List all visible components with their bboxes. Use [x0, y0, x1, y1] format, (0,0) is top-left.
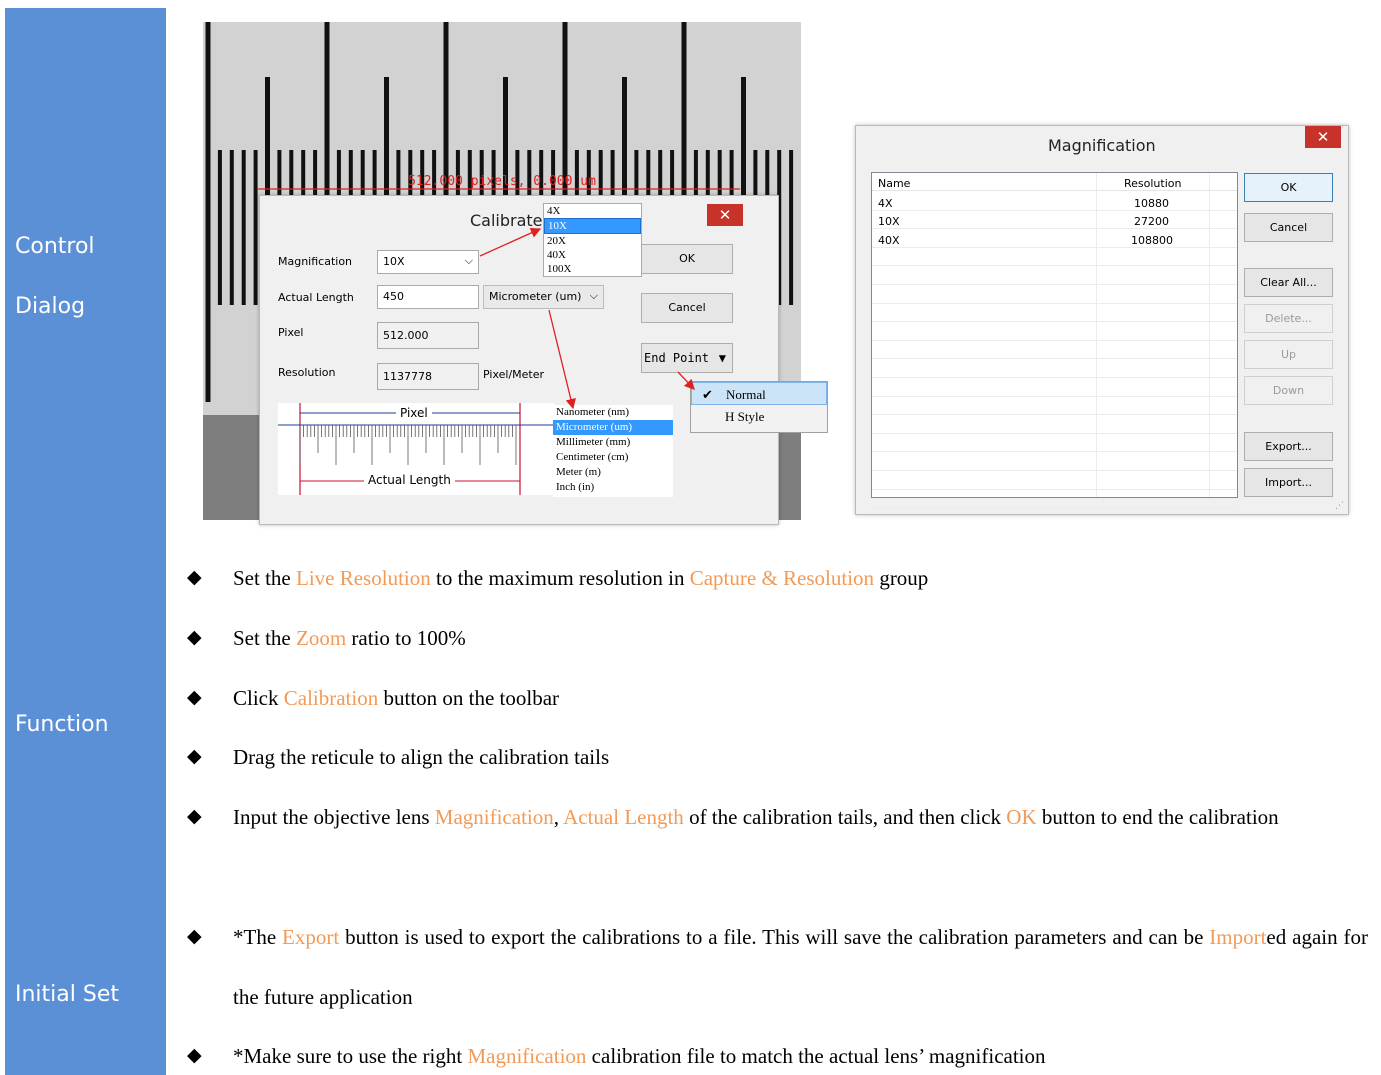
arrow-unit — [548, 309, 576, 410]
bullet-text: Click Calibration button on the toolbar — [233, 686, 560, 710]
diamond-bullet-icon: ◆ — [187, 567, 202, 588]
row-line — [872, 507, 1237, 509]
cancel-button[interactable]: Cancel — [1244, 213, 1333, 242]
row-line — [872, 228, 1237, 230]
row-line — [872, 284, 1237, 285]
magnification-table: Name Resolution 4X 10880 10X 27200 40X 1… — [871, 172, 1238, 509]
magnification-title: Magnification — [1048, 136, 1156, 155]
diamond-bullet-icon: ◆ — [187, 1045, 202, 1066]
row-line — [872, 302, 1237, 304]
diamond-bullet-icon: ◆ — [187, 926, 202, 947]
bullet-text: Set the Zoom ratio to 100% — [233, 626, 466, 650]
table-row-resolution[interactable]: 27200 — [1134, 215, 1169, 228]
table-row-name[interactable]: 10X — [878, 215, 900, 228]
up-button[interactable]: Up — [1244, 340, 1333, 369]
diamond-bullet-icon: ◆ — [187, 746, 202, 767]
ok-button[interactable]: OK — [1244, 173, 1333, 202]
import-button[interactable]: Import... — [1244, 468, 1333, 497]
arrow-end-point — [677, 371, 695, 390]
row-line — [872, 377, 1237, 378]
diamond-bullet-icon: ◆ — [187, 627, 202, 648]
column-divider — [1209, 173, 1210, 497]
table-row-name[interactable]: 40X — [878, 234, 900, 247]
row-line — [872, 395, 1237, 397]
delete-button[interactable]: Delete... — [1244, 304, 1333, 333]
bullet-text: Drag the reticule to align the calibrati… — [233, 745, 610, 769]
diamond-bullet-icon: ◆ — [187, 806, 202, 827]
table-row-name[interactable]: 4X — [878, 197, 893, 210]
row-line — [872, 470, 1237, 471]
row-line — [872, 265, 1237, 267]
close-icon[interactable]: ✕ — [1305, 126, 1341, 148]
export-button[interactable]: Export... — [1244, 432, 1333, 461]
row-line — [872, 209, 1237, 211]
table-row-resolution[interactable]: 10880 — [1134, 197, 1169, 210]
column-header-name[interactable]: Name — [878, 177, 910, 190]
down-button[interactable]: Down — [1244, 376, 1333, 405]
bullet-text: Input the objective lens Magnification, … — [233, 805, 1279, 829]
table-row-resolution[interactable]: 108800 — [1131, 234, 1173, 247]
bullet-text: Set the Live Resolution to the maximum r… — [233, 566, 929, 590]
row-line — [872, 488, 1237, 490]
row-line — [872, 339, 1237, 341]
resize-grip-icon[interactable]: ⋰ — [1335, 501, 1344, 511]
column-divider — [1096, 173, 1097, 497]
bullet-text: *The Export button is used to export the… — [233, 925, 1368, 1009]
clear-all-button[interactable]: Clear All... — [1244, 268, 1333, 297]
row-line — [872, 414, 1237, 416]
row-line — [872, 451, 1237, 453]
row-line — [872, 321, 1237, 323]
row-line — [872, 432, 1237, 434]
row-line — [872, 358, 1237, 360]
row-line — [872, 246, 1237, 248]
table-header — [872, 173, 1237, 191]
diamond-bullet-icon: ◆ — [187, 687, 202, 708]
bullet-text: *Make sure to use the right Magnificatio… — [233, 1044, 1046, 1068]
column-header-resolution[interactable]: Resolution — [1124, 177, 1181, 190]
magnification-dialog: Magnification ✕ Name Resolution 4X 10880… — [855, 125, 1349, 515]
arrow-magnification — [479, 227, 542, 257]
